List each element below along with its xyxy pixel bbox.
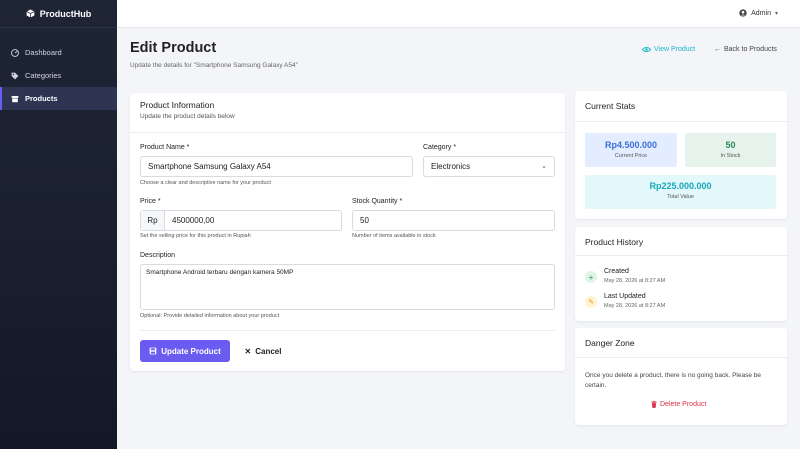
created-date: May 28, 2026 at 8:27 AM: [604, 278, 666, 284]
product-name-input[interactable]: Smartphone Samsung Galaxy A54: [140, 156, 413, 177]
danger-title: Danger Zone: [585, 338, 635, 348]
cube-icon: [26, 9, 35, 18]
chevron-down-icon: ⌄: [541, 163, 547, 170]
update-product-label: Update Product: [161, 346, 221, 356]
form-divider: [140, 330, 555, 331]
sidebar: ProductHub Dashboard Categories Products: [0, 0, 117, 449]
price-label: Price *: [140, 198, 161, 205]
sidebar-item-categories[interactable]: Categories: [0, 64, 117, 87]
sidebar-item-dashboard[interactable]: Dashboard: [0, 41, 117, 64]
category-value: Electronics: [431, 162, 471, 171]
stats-title: Current Stats: [585, 101, 636, 111]
product-name-help: Choose a clear and descriptive name for …: [140, 180, 271, 186]
history-header: Product History: [575, 227, 787, 256]
price-input[interactable]: Rp 4500000,00: [140, 210, 342, 231]
arrow-left-icon: ←: [714, 46, 721, 53]
created-label: Created: [604, 268, 629, 275]
history-title: Product History: [585, 237, 644, 247]
trash-icon: [651, 401, 657, 408]
form-title: Product Information: [140, 100, 215, 110]
in-stock-label: In Stock: [720, 153, 741, 159]
description-label: Description: [140, 252, 176, 259]
current-price-label: Current Price: [614, 153, 648, 159]
total-value-value: Rp225.000.000: [649, 181, 712, 191]
user-menu[interactable]: Admin ▾: [739, 9, 778, 17]
view-product-label: View Product: [654, 46, 696, 53]
stock-value: 50: [360, 216, 369, 225]
stock-label: Stock Quantity *: [352, 198, 403, 205]
update-product-button[interactable]: Update Product: [140, 340, 230, 362]
updated-label: Last Updated: [604, 293, 646, 300]
topbar: Admin ▾: [117, 0, 800, 28]
total-value-stat: Rp225.000.000 Total Value: [585, 175, 776, 209]
danger-text: Once you delete a product, there is no g…: [585, 372, 761, 389]
sidebar-item-products[interactable]: Products: [0, 87, 117, 110]
total-value-label: Total Value: [667, 194, 694, 200]
page-subtitle: Update the details for "Smartphone Samsu…: [130, 62, 298, 69]
delete-product-button[interactable]: Delete Product: [651, 401, 706, 408]
danger-zone-card: Danger Zone Once you delete a product, t…: [575, 328, 787, 425]
page-title: Edit Product: [130, 40, 217, 56]
save-icon: [149, 347, 157, 355]
product-name-value: Smartphone Samsung Galaxy A54: [148, 162, 271, 171]
delete-product-label: Delete Product: [660, 401, 707, 408]
view-product-link[interactable]: View Product: [642, 46, 695, 53]
current-price-stat: Rp4.500.000 Current Price: [585, 133, 677, 167]
current-price-value: Rp4.500.000: [604, 140, 658, 150]
cancel-button[interactable]: ✕ Cancel: [236, 340, 290, 362]
brand[interactable]: ProductHub: [0, 0, 117, 28]
stats-header: Current Stats: [575, 91, 787, 122]
product-name-label: Product Name *: [140, 144, 190, 151]
danger-header: Danger Zone: [575, 328, 787, 358]
user-name: Admin: [751, 9, 771, 17]
sidebar-item-label: Products: [25, 94, 58, 103]
brand-name: ProductHub: [39, 8, 92, 19]
back-label: Back to Products: [724, 46, 777, 53]
form-subtitle: Update the product details below: [140, 113, 235, 120]
back-to-products-link[interactable]: ← Back to Products: [714, 46, 777, 53]
description-textarea[interactable]: Smartphone Android terbaru dengan kamera…: [140, 264, 555, 310]
sidebar-item-label: Categories: [25, 71, 62, 80]
stock-input[interactable]: 50: [352, 210, 555, 231]
category-select[interactable]: Electronics ⌄: [423, 156, 555, 177]
stock-help: Number of items available in stock: [352, 233, 436, 239]
plus-icon: +: [585, 271, 597, 283]
caret-down-icon: ▾: [774, 10, 778, 17]
box-icon: [11, 95, 19, 102]
price-value: 4500000,00: [172, 216, 215, 225]
dashboard-icon: [11, 48, 19, 57]
updated-date: May 28, 2026 at 8:27 AM: [604, 303, 666, 309]
price-prefix: Rp: [141, 211, 165, 230]
category-label: Category *: [423, 144, 457, 151]
eye-icon: [642, 46, 651, 53]
user-icon: [739, 9, 747, 17]
cancel-label: Cancel: [255, 346, 282, 356]
description-value: Smartphone Android terbaru dengan kamera…: [146, 269, 294, 276]
close-icon: ✕: [244, 346, 252, 356]
edit-icon: ✎: [585, 296, 597, 308]
in-stock-value: 50: [725, 140, 736, 150]
in-stock-stat: 50 In Stock: [685, 133, 776, 167]
price-help: Set the selling price for this product i…: [140, 233, 251, 239]
sidebar-nav: Dashboard Categories Products: [0, 41, 117, 110]
product-form-header: Product Information Update the product d…: [130, 93, 565, 133]
description-help: Optional: Provide detailed information a…: [140, 313, 280, 319]
sidebar-item-label: Dashboard: [25, 48, 62, 57]
tag-icon: [11, 72, 19, 79]
